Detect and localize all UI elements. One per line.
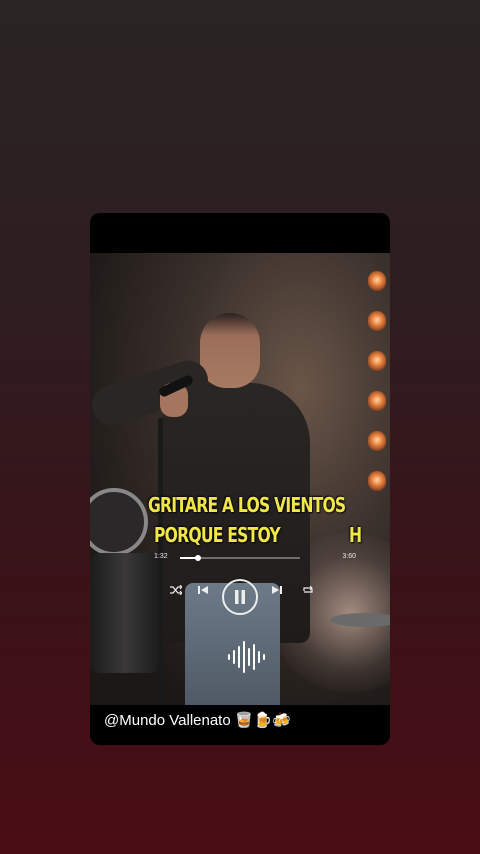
lyric-trailing-letter: H: [349, 523, 362, 547]
stage-bulb: [368, 471, 386, 491]
stage-bulb: [368, 271, 386, 291]
next-icon[interactable]: [272, 585, 282, 597]
pause-button[interactable]: [222, 579, 258, 615]
stage-bulb: [368, 431, 386, 451]
drum: [90, 488, 148, 556]
singer-head: [200, 313, 260, 388]
cymbal: [330, 613, 390, 627]
current-time: 1:32: [154, 553, 168, 560]
mic-stand: [158, 418, 163, 705]
repeat-icon[interactable]: [302, 585, 314, 597]
stage-bulb: [368, 311, 386, 331]
drum-kit: [90, 553, 160, 673]
previous-icon[interactable]: [198, 585, 208, 597]
stage-bulb: [368, 351, 386, 371]
shuffle-icon[interactable]: [170, 584, 183, 597]
lyric-line-1: GRITARE A LOS VIENTOS: [148, 493, 346, 517]
drinks-emoji: 🥃🍺🍻: [234, 711, 291, 729]
lyric-line-2: PORQUE ESTOY: [154, 523, 281, 547]
progress-track[interactable]: [180, 555, 300, 561]
card-top-bar: [90, 213, 390, 253]
video-frame[interactable]: GRITARE A LOS VIENTOS PORQUE ESTOY H 1:3…: [90, 253, 390, 705]
audio-wave-icon: [228, 641, 265, 673]
pause-icon: [235, 590, 245, 604]
account-handle[interactable]: @Mundo Vallenato: [104, 712, 231, 729]
story-card[interactable]: GRITARE A LOS VIENTOS PORQUE ESTOY H 1:3…: [90, 213, 390, 745]
progress-knob[interactable]: [195, 555, 201, 561]
stage-bulb: [368, 391, 386, 411]
total-time: 3:60: [342, 553, 356, 560]
account-caption[interactable]: @Mundo Vallenato 🥃🍺🍻: [104, 711, 291, 729]
